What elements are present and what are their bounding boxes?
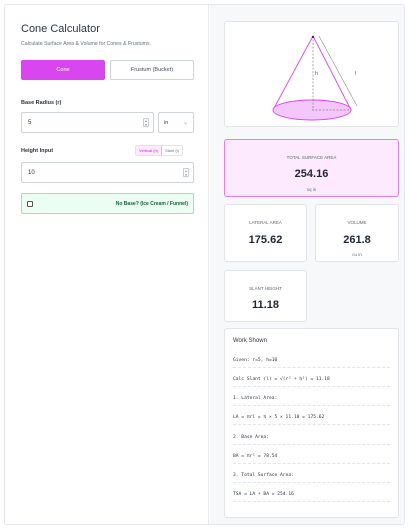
slant-line [318, 35, 358, 107]
volume-unit: cu in [352, 252, 362, 257]
no-base-option[interactable]: No Base? (Ice Cream / Funnel) [21, 193, 194, 214]
height-value: 10 [28, 169, 35, 176]
l-label: l [355, 71, 356, 77]
slant-value: 11.18 [252, 299, 279, 311]
height-stepper[interactable]: ▲ ▼ [183, 168, 189, 177]
slant-label: SLANT HEIGHT [249, 286, 282, 291]
results-panel: h l TOTAL SURFACE AREA 254.16 sq in LATE… [210, 5, 404, 524]
slant-height-card: SLANT HEIGHT 11.18 [224, 270, 307, 322]
app-window: Cone Calculator Calculate Surface Area &… [4, 4, 405, 525]
work-shown-panel: Work Shown Given: r=5, h=10 Calc Slant (… [224, 328, 399, 518]
work-line: 2. Base Area: [233, 435, 390, 445]
lateral-area-card: LATERAL AREA 175.62 [224, 204, 307, 262]
slant-height-toggle[interactable]: Slant (l) [162, 146, 182, 155]
radius-value: 5 [28, 119, 32, 126]
apex-dot [311, 35, 315, 39]
work-line: TSA = LA + BA = 254.16 [233, 492, 390, 502]
volume-value: 261.8 [343, 234, 371, 246]
total-surface-area-card: TOTAL SURFACE AREA 254.16 sq in [224, 139, 399, 197]
work-line: Given: r=5, h=10 [233, 358, 390, 368]
cone-right-edge [312, 35, 352, 111]
work-line: LA = πrl = π × 5 × 11.18 = 175.62 [233, 415, 390, 425]
total-value: 254.16 [294, 168, 329, 180]
lateral-value: 175.62 [248, 234, 283, 246]
work-line: BA = πr² = 78.54 [233, 454, 390, 464]
radius-label: Base Radius (r) [21, 100, 62, 106]
height-input[interactable]: 10 ▲ ▼ [21, 162, 194, 183]
no-base-checkbox[interactable] [27, 201, 33, 207]
no-base-label: No Base? (Ice Cream / Funnel) [115, 201, 188, 207]
vertical-height-toggle[interactable]: Vertical (h) [136, 146, 163, 155]
volume-label: VOLUME [347, 220, 367, 225]
lateral-label: LATERAL AREA [249, 220, 282, 225]
chevron-down-icon: ⌄ [182, 120, 188, 126]
unit-value: in [164, 119, 169, 126]
h-label: h [315, 71, 318, 77]
radius-stepper[interactable]: ▲ ▼ [143, 118, 149, 127]
work-line: 1. Lateral Area: [233, 396, 390, 406]
total-label: TOTAL SURFACE AREA [286, 155, 337, 160]
frustum-mode-button[interactable]: Frustum (Bucket) [110, 60, 194, 80]
height-mode-toggle: Vertical (h) Slant (l) [135, 145, 183, 156]
cone-mode-button[interactable]: Cone [21, 60, 105, 80]
page-title: Cone Calculator [21, 23, 100, 35]
work-line: 3. Total Surface Area: [233, 473, 390, 483]
radius-input[interactable]: 5 ▲ ▼ [21, 112, 154, 133]
work-title: Work Shown [233, 338, 267, 344]
unit-select[interactable]: in ⌄ [158, 112, 194, 133]
page-subtitle: Calculate Surface Area & Volume for Cone… [21, 41, 152, 47]
cone-left-edge [272, 35, 314, 111]
cone-diagram: h l [224, 21, 399, 127]
height-label: Height Input [21, 148, 54, 154]
input-panel: Cone Calculator Calculate Surface Area &… [5, 5, 209, 524]
volume-card: VOLUME 261.8 cu in [315, 204, 399, 262]
total-unit: sq in [306, 187, 317, 192]
cone-illustration: h l [272, 35, 358, 121]
work-line: Calc Slant (l) = √(r² + h²) = 11.18 [233, 377, 390, 387]
